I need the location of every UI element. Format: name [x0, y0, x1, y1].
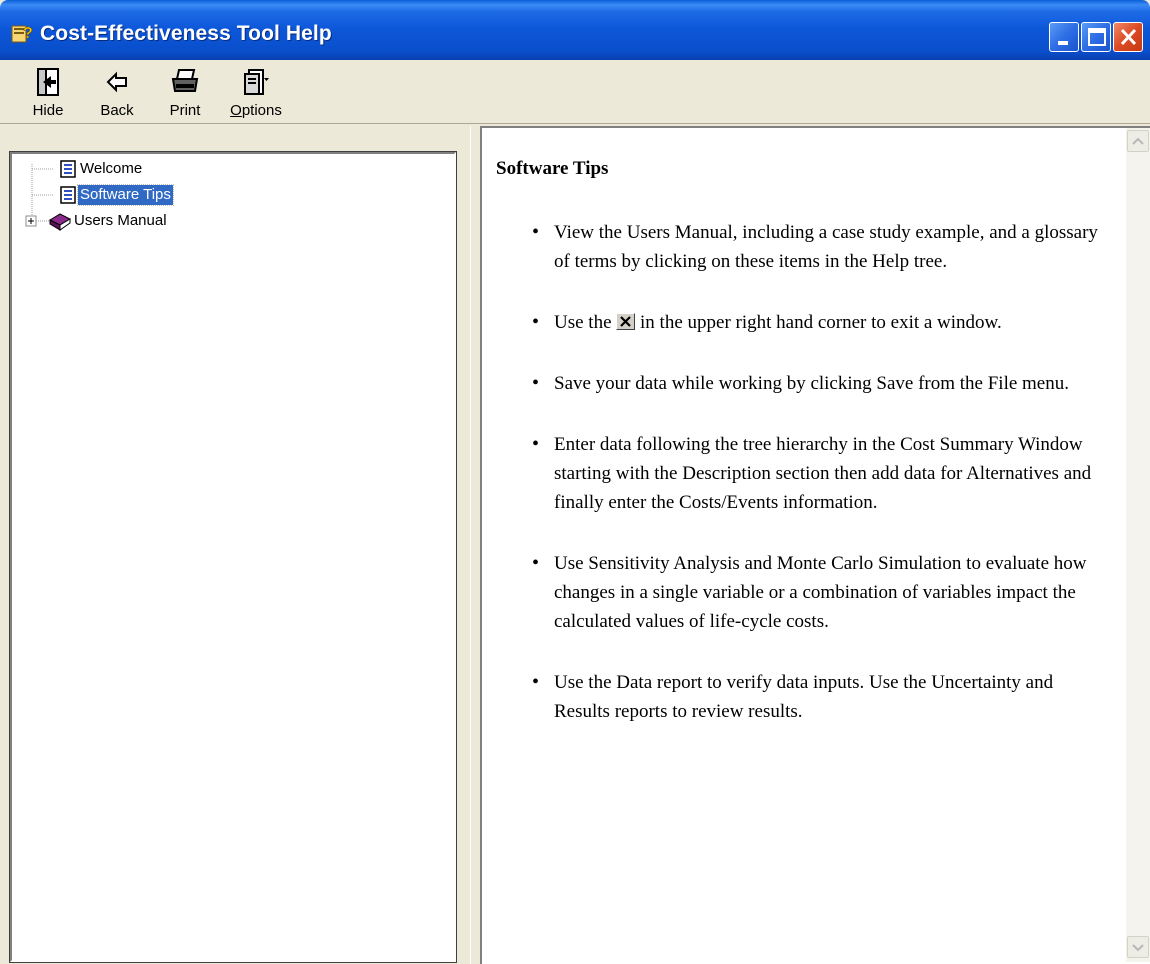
printer-icon [171, 69, 199, 92]
help-book-icon: ? [11, 25, 33, 43]
list-item: View the Users Manual, including a case … [532, 218, 1106, 276]
maximize-button[interactable] [1081, 22, 1111, 52]
tree-item-label: Software Tips [77, 184, 174, 206]
options-label: Options [230, 102, 282, 119]
tips-list: View the Users Manual, including a case … [532, 218, 1106, 726]
page-icon [60, 160, 76, 178]
minimize-icon [1058, 41, 1068, 45]
page-icon [60, 186, 76, 204]
maximize-icon [1088, 28, 1106, 46]
scroll-down-button[interactable] [1127, 936, 1149, 958]
help-tree[interactable]: Welcome Software Tips Users Manual [9, 151, 457, 963]
list-item: Use Sensitivity Analysis and Monte Carlo… [532, 549, 1106, 636]
list-item-text: Use the [554, 312, 612, 333]
pane-splitter[interactable] [470, 126, 480, 964]
hide-button[interactable]: Hide [18, 62, 78, 122]
list-item: Enter data following the tree hierarchy … [532, 430, 1106, 517]
expand-plus-icon[interactable] [24, 214, 38, 228]
close-icon [1120, 28, 1137, 46]
options-label-mnemonic: O [230, 102, 242, 119]
tree-item-welcome[interactable]: Welcome [58, 158, 144, 180]
print-button[interactable]: Print [155, 62, 215, 122]
list-item-text: in the upper right hand corner to exit a… [640, 312, 1002, 333]
topic-content: Software Tips View the Users Manual, inc… [496, 158, 1106, 758]
tree-item-label: Welcome [80, 160, 143, 177]
tree-item-software-tips[interactable]: Software Tips [58, 184, 174, 206]
navigation-pane: Welcome Software Tips Users Manual [0, 126, 470, 964]
close-x-glyph [620, 316, 632, 327]
toolbar: Hide Back Print Options [0, 60, 1150, 124]
title-bar[interactable]: ? Cost-Effectiveness Tool Help [0, 0, 1150, 60]
hide-label: Hide [32, 102, 64, 119]
list-item: Use the Data report to verify data input… [532, 668, 1106, 726]
options-button[interactable]: Options [226, 62, 286, 122]
close-x-icon [616, 313, 636, 330]
scroll-up-button[interactable] [1127, 130, 1149, 152]
chevron-up-icon [1132, 137, 1144, 145]
minimize-button[interactable] [1049, 22, 1079, 52]
options-icon [244, 69, 269, 95]
close-button[interactable] [1113, 22, 1143, 52]
list-item: Save your data while working by clicking… [532, 369, 1106, 398]
hide-icon [37, 68, 59, 96]
back-arrow-icon [106, 71, 127, 93]
back-button[interactable]: Back [87, 62, 147, 122]
topic-pane: Software Tips View the Users Manual, inc… [480, 126, 1150, 964]
topic-heading: Software Tips [496, 158, 609, 179]
back-label: Back [100, 102, 134, 119]
window-title: Cost-Effectiveness Tool Help [40, 22, 332, 45]
svg-text:?: ? [23, 25, 33, 42]
chevron-down-icon [1132, 944, 1144, 952]
vertical-scrollbar[interactable] [1126, 128, 1150, 962]
list-item: Use the in the upper right hand corner t… [532, 308, 1106, 337]
print-label: Print [169, 102, 201, 119]
tree-item-users-manual[interactable]: Users Manual [24, 210, 169, 232]
book-icon [48, 213, 72, 231]
tree-item-label: Users Manual [74, 212, 167, 229]
